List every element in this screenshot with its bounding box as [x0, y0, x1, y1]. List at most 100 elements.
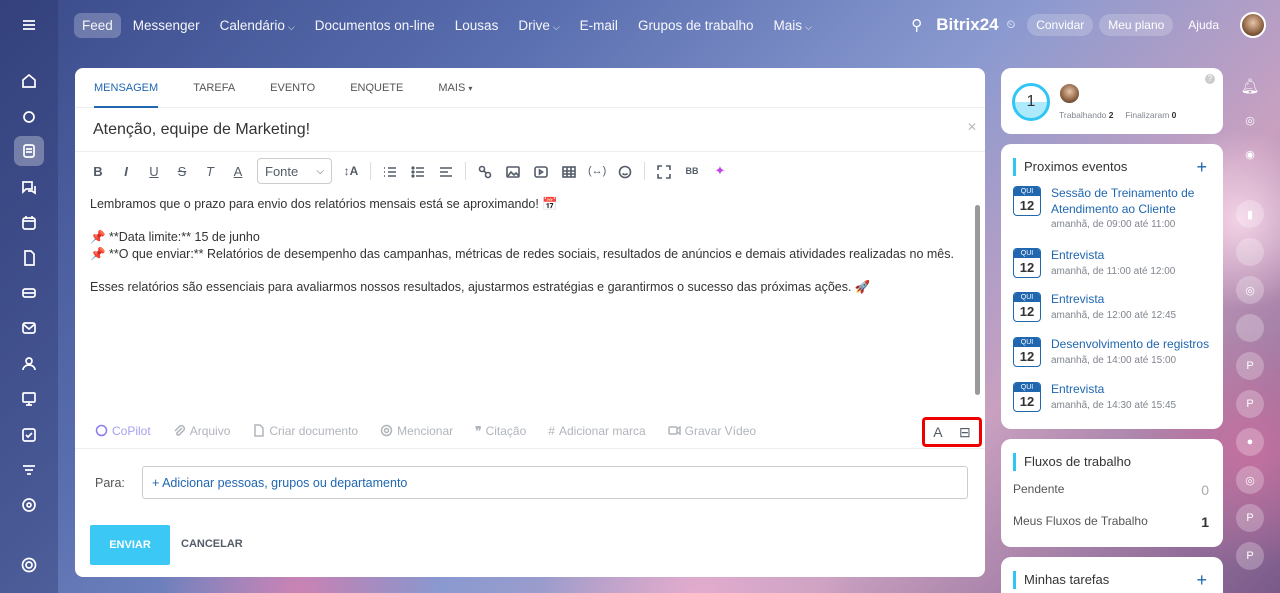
event-title[interactable]: Sessão de Treinamento de Atendimento ao …: [1051, 186, 1211, 217]
tasks-icon[interactable]: [14, 420, 44, 450]
recipients-field[interactable]: + Adicionar pessoas, grupos ou departame…: [142, 466, 968, 499]
help-button[interactable]: Ajuda: [1179, 14, 1228, 36]
tab-event[interactable]: EVENTO: [270, 68, 315, 108]
bold-button[interactable]: B: [89, 164, 107, 179]
nav-email[interactable]: E-mail: [580, 18, 618, 33]
search-icon[interactable]: ⚲: [911, 16, 922, 34]
boards-icon[interactable]: [14, 278, 44, 308]
panel-toggle-icon[interactable]: ⊟: [959, 424, 971, 441]
contact-avatar[interactable]: P: [1236, 390, 1264, 418]
mail-icon[interactable]: [14, 313, 44, 343]
align-button[interactable]: [437, 163, 455, 179]
documents-icon[interactable]: [14, 243, 44, 273]
add-event-button[interactable]: +: [1196, 157, 1207, 178]
contact-avatar[interactable]: P: [1236, 504, 1264, 532]
nav-messenger[interactable]: Messenger: [133, 18, 200, 33]
filter-icon[interactable]: [14, 455, 44, 485]
quote-button[interactable]: ❞ Citação: [475, 424, 526, 438]
event-item[interactable]: QUI 12 Entrevista amanhã, de 11:00 até 12:…: [1013, 248, 1211, 278]
event-title[interactable]: Entrevista: [1051, 248, 1211, 264]
text-format-icon[interactable]: A: [933, 424, 942, 440]
image-icon[interactable]: [504, 163, 522, 179]
event-item[interactable]: QUI 12 Sessão de Treinamento de Atendimen…: [1013, 186, 1211, 230]
invite-button[interactable]: Convidar: [1027, 14, 1094, 36]
tab-task[interactable]: TAREFA: [193, 68, 235, 108]
contact-avatar[interactable]: P: [1236, 542, 1264, 570]
my-workflows-row[interactable]: Meus Fluxos de Trabalho 1: [1013, 514, 1209, 530]
fullscreen-icon[interactable]: [655, 163, 673, 179]
bbcode-icon[interactable]: BB: [683, 166, 701, 176]
contact-avatar[interactable]: ◎: [1236, 466, 1264, 494]
create-document-button[interactable]: Criar documento: [252, 424, 358, 438]
contact-avatar[interactable]: ●: [1236, 428, 1264, 456]
mention-button[interactable]: Mencionar: [380, 424, 453, 438]
video-icon[interactable]: [532, 163, 550, 179]
scrollbar-thumb[interactable]: [975, 205, 980, 395]
contact-avatar[interactable]: [1236, 314, 1264, 342]
contact-avatar[interactable]: ▮: [1236, 200, 1264, 228]
underline-button[interactable]: U: [145, 164, 163, 179]
event-title[interactable]: Desenvolvimento de registros: [1051, 337, 1211, 353]
worktime-counter[interactable]: 1: [1012, 83, 1050, 121]
event-item[interactable]: QUI 12 Entrevista amanhã, de 14:30 até 15:…: [1013, 382, 1211, 412]
nav-calendar[interactable]: Calendário ⌵: [220, 18, 295, 33]
calendar-icon[interactable]: [14, 208, 44, 238]
contact-avatar[interactable]: ◎: [1236, 276, 1264, 304]
target-icon[interactable]: [14, 490, 44, 520]
record-video-button[interactable]: Gravar Vídeo: [667, 424, 756, 438]
event-title[interactable]: Entrevista: [1051, 292, 1211, 308]
feed-icon[interactable]: [14, 136, 44, 166]
chat-icon[interactable]: [14, 172, 44, 202]
pending-row[interactable]: Pendente 0: [1013, 482, 1209, 498]
menu-icon[interactable]: [14, 10, 44, 40]
font-size-button[interactable]: ↕A: [342, 164, 360, 178]
link-icon[interactable]: [476, 163, 494, 179]
font-select[interactable]: Fonte ⌵: [257, 158, 332, 184]
post-title-input[interactable]: Atenção, equipe de Marketing! ✕: [75, 108, 985, 152]
ai-image-icon[interactable]: ✦: [711, 163, 729, 179]
tab-poll[interactable]: ENQUETE: [350, 68, 403, 108]
chat-icon[interactable]: ◉: [1236, 140, 1264, 168]
home-icon[interactable]: [14, 66, 44, 96]
plan-button[interactable]: Meu plano: [1099, 14, 1174, 36]
tab-message[interactable]: MENSAGEM: [94, 68, 159, 108]
cancel-button[interactable]: CANCELAR: [181, 538, 243, 550]
emoji-icon[interactable]: [616, 163, 634, 179]
close-icon[interactable]: ✕: [967, 120, 977, 134]
strikethrough-button[interactable]: S: [173, 164, 191, 179]
send-button[interactable]: ENVIAR: [90, 525, 170, 565]
contact-avatar[interactable]: P: [1236, 352, 1264, 380]
nav-documents[interactable]: Documentos on-line: [315, 18, 435, 33]
numbered-list-button[interactable]: [381, 163, 399, 179]
post-body-editor[interactable]: Lembramos que o prazo para envio dos rel…: [90, 196, 970, 295]
user-avatar[interactable]: [1059, 83, 1080, 104]
add-recipients-link[interactable]: + Adicionar pessoas, grupos ou departame…: [152, 476, 407, 490]
clear-format-button[interactable]: T: [201, 164, 219, 179]
event-title[interactable]: Entrevista: [1051, 382, 1211, 398]
clock-icon[interactable]: ⏲: [1007, 19, 1016, 32]
add-task-button[interactable]: +: [1196, 570, 1207, 591]
activity-icon[interactable]: ◎: [1236, 106, 1264, 134]
text-color-button[interactable]: A: [229, 164, 247, 179]
table-icon[interactable]: [560, 163, 578, 179]
nav-boards[interactable]: Lousas: [455, 18, 499, 33]
nav-drive[interactable]: Drive ⌵: [518, 18, 559, 33]
notification-icon[interactable]: 🔔︎: [1236, 72, 1264, 100]
add-tag-button[interactable]: # Adicionar marca: [548, 424, 645, 438]
groups-icon[interactable]: [14, 349, 44, 379]
nav-feed[interactable]: Feed: [74, 12, 121, 38]
nav-more[interactable]: Mais ⌵: [774, 18, 812, 33]
file-button[interactable]: Arquivo: [173, 424, 230, 438]
contact-avatar[interactable]: [1236, 238, 1264, 266]
event-item[interactable]: QUI 12 Desenvolvimento de registros amanhã…: [1013, 337, 1211, 367]
help-icon[interactable]: ?: [1205, 74, 1215, 84]
copilot-icon[interactable]: [14, 102, 44, 132]
event-item[interactable]: QUI 12 Entrevista amanhã, de 12:00 até 12:…: [1013, 292, 1211, 322]
copilot-button[interactable]: CoPilot: [95, 424, 151, 438]
nav-workgroups[interactable]: Grupos de trabalho: [638, 18, 754, 33]
settings-icon[interactable]: [14, 550, 44, 580]
code-icon[interactable]: (↔): [588, 165, 606, 177]
italic-button[interactable]: I: [117, 164, 135, 179]
tab-more[interactable]: MAIS ▾: [438, 68, 472, 108]
bullet-list-button[interactable]: [409, 163, 427, 179]
